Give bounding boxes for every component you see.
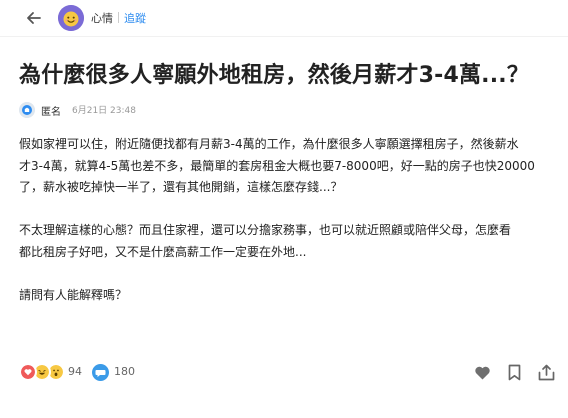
back-button[interactable] [24, 8, 44, 28]
post-body: 假如家裡可以住，附近隨便找都有月薪3-4萬的工作，為什麼很多人寧願選擇租房子，然… [19, 134, 559, 328]
arrow-left-icon [27, 12, 41, 24]
comment-count: 180 [114, 365, 135, 378]
reaction-count: 94 [68, 365, 82, 378]
header-separator [0, 36, 568, 37]
bookmark-icon[interactable] [507, 364, 522, 381]
post-title: 為什麼很多人寧願外地租房，然後月薪才3-4萬...？ [19, 63, 530, 88]
post-paragraph: 請問有人能解釋嗎？ [19, 287, 128, 302]
header-divider [118, 12, 119, 23]
follow-button[interactable]: 追蹤 [124, 10, 146, 26]
forum-avatar[interactable] [58, 5, 84, 31]
anonymous-avatar-icon [19, 102, 35, 118]
heart-reaction-icon [19, 363, 37, 381]
author-avatar[interactable] [19, 102, 35, 118]
smile-emoji-icon [58, 5, 84, 31]
reactions-button[interactable] [19, 363, 73, 383]
post-paragraph: 假如家裡可以住，附近隨便找都有月薪3-4萬的工作，為什麼很多人寧願選擇租房子，然… [19, 137, 535, 194]
top-bar: 心情 追蹤 [0, 0, 568, 34]
post-actions-bar: 94 180 [0, 360, 568, 388]
share-icon[interactable] [538, 364, 555, 381]
post-timestamp: 6月21日 23:48 [72, 106, 136, 116]
forum-name[interactable]: 心情 [91, 10, 113, 26]
post-paragraph: 不太理解這樣的心態？而且住家裡，還可以分擔家務事，也可以就近照顧或陪伴父母，怎麼… [19, 223, 512, 259]
heart-outline-icon[interactable] [474, 365, 491, 381]
comment-bubble-icon[interactable] [92, 364, 109, 381]
author-name[interactable]: 匿名 [41, 103, 61, 118]
